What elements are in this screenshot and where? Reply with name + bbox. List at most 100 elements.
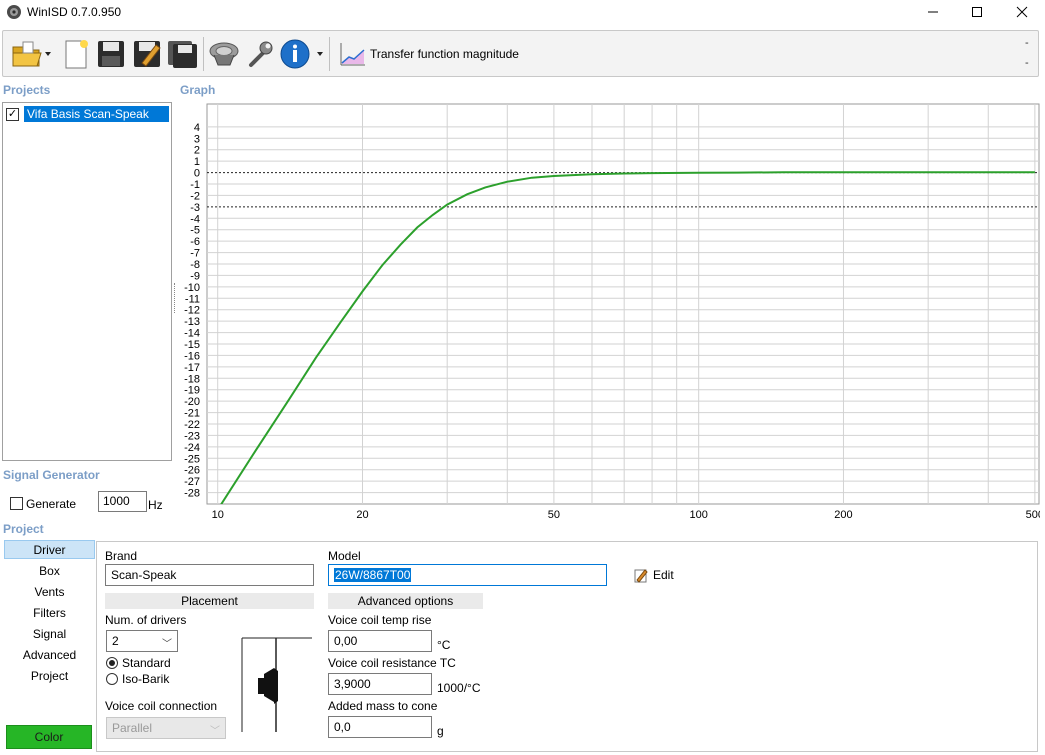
color-button[interactable]: Color [6, 725, 92, 749]
graph-heading: Graph [180, 83, 216, 97]
projects-list: ✓ Vifa Basis Scan-Speak [2, 102, 172, 461]
y-tick-label: -20 [184, 396, 200, 408]
tab-vents[interactable]: Vents [4, 583, 95, 602]
tab-filters[interactable]: Filters [4, 604, 95, 623]
y-tick-label: -4 [190, 213, 200, 225]
y-tick-label: 4 [194, 122, 200, 134]
tab-box[interactable]: Box [4, 562, 95, 581]
title-bar: WinISD 0.7.0.950 [0, 0, 1045, 24]
y-tick-label: -15 [184, 339, 200, 351]
y-tick-label: -26 [184, 465, 200, 477]
vc-connection-select[interactable]: Parallel ﹀ [106, 717, 226, 739]
toolbar: Transfer function magnitude - - [2, 30, 1039, 77]
driver-panel: Brand Scan-Speak Model 26W/8867T00 Edit … [96, 541, 1038, 752]
save-as-button[interactable] [130, 37, 164, 71]
y-tick-label: -16 [184, 350, 200, 362]
y-tick-label: -1 [190, 179, 200, 191]
save-disk-icon [98, 41, 124, 67]
vc-temp-rise-label: Voice coil temp rise [328, 613, 432, 627]
edit-label: Edit [653, 568, 674, 582]
chevron-down-icon: ﹀ [210, 726, 220, 737]
isobarik-label: Iso-Barik [122, 672, 170, 686]
project-list-item[interactable]: ✓ Vifa Basis Scan-Speak [6, 106, 169, 122]
transfer-function-chart: 43210-1-2-3-4-5-6-7-8-9-10-11-12-13-14-1… [184, 103, 1040, 521]
generate-label: Generate [26, 497, 77, 511]
maximize-button[interactable] [954, 0, 1000, 24]
added-mass-label: Added mass to cone [328, 699, 438, 713]
project-tabs: Driver Box Vents Filters Signal Advanced… [2, 540, 95, 752]
x-tick-label: 20 [356, 509, 368, 521]
project-name[interactable]: Vifa Basis Scan-Speak [24, 106, 169, 122]
y-tick-label: -27 [184, 476, 200, 488]
tab-project[interactable]: Project [4, 667, 95, 686]
chart-icon [340, 43, 365, 66]
standard-radio-dot[interactable] [106, 657, 118, 669]
model-label: Model [328, 549, 361, 563]
new-project-button[interactable] [59, 37, 93, 71]
edit-button[interactable]: Edit [633, 567, 674, 583]
y-tick-label: -8 [190, 259, 200, 271]
model-field[interactable]: 26W/8867T00 [328, 564, 607, 586]
y-tick-label: -11 [185, 293, 200, 305]
tab-driver[interactable]: Driver [4, 540, 95, 559]
model-selected-text: 26W/8867T00 [334, 568, 412, 582]
standard-radio[interactable]: Standard [106, 656, 171, 670]
save-edit-icon [134, 41, 161, 67]
pencil-edit-icon [634, 569, 648, 583]
new-document-icon [65, 40, 88, 69]
save-all-icon [168, 41, 197, 68]
vc-connection-value: Parallel [112, 721, 153, 735]
y-tick-label: -17 [184, 362, 200, 374]
vc-resistance-tc-input[interactable]: 3,9000 [328, 673, 432, 695]
minimize-button[interactable] [910, 0, 956, 24]
graph-type-button[interactable] [335, 37, 369, 71]
save-all-button[interactable] [166, 37, 200, 71]
advanced-options-heading: Advanced options [328, 593, 483, 609]
x-tick-label: 100 [690, 509, 708, 521]
wrench-icon [249, 41, 273, 67]
projects-heading: Projects [3, 83, 51, 97]
driver-editor-button[interactable] [207, 37, 241, 71]
tab-advanced[interactable]: Advanced [4, 646, 95, 665]
x-tick-label: 10 [212, 509, 224, 521]
project-checkbox[interactable]: ✓ [6, 107, 19, 121]
y-tick-label: -24 [184, 442, 200, 454]
x-tick-label: 200 [834, 509, 852, 521]
y-tick-label: -7 [190, 248, 200, 260]
y-tick-label: 1 [194, 156, 200, 168]
num-drivers-label: Num. of drivers [105, 613, 187, 627]
vc-temp-rise-input[interactable]: 0,00 [328, 630, 432, 652]
open-folder-button[interactable] [9, 37, 53, 71]
info-button[interactable] [279, 37, 325, 71]
y-tick-label: -21 [184, 408, 200, 420]
tab-signal[interactable]: Signal [4, 625, 95, 644]
chevron-down-icon: ﹀ [162, 639, 172, 650]
frequency-input[interactable]: 1000 [98, 491, 147, 512]
driver-placement-diagram [241, 637, 312, 732]
toolbar-separator [203, 37, 204, 71]
y-tick-label: -12 [184, 305, 200, 317]
added-mass-input[interactable]: 0,0 [328, 716, 432, 738]
y-tick-label: -9 [190, 270, 200, 282]
y-tick-label: 2 [194, 145, 200, 157]
y-tick-label: -22 [184, 419, 200, 431]
brand-field[interactable]: Scan-Speak [105, 564, 314, 586]
placement-heading: Placement [105, 593, 314, 609]
close-button[interactable] [999, 0, 1045, 24]
y-tick-label: -6 [190, 236, 200, 248]
isobarik-radio-dot[interactable] [106, 673, 118, 685]
generate-checkbox[interactable] [10, 497, 23, 510]
save-button[interactable] [94, 37, 128, 71]
options-button[interactable] [243, 37, 277, 71]
added-mass-unit: g [437, 724, 444, 738]
speaker-icon [209, 42, 239, 66]
project-heading: Project [3, 522, 44, 536]
y-tick-label: -2 [190, 190, 200, 202]
y-tick-label: -25 [184, 453, 200, 465]
isobarik-radio[interactable]: Iso-Barik [106, 672, 169, 686]
folder-icon [12, 41, 51, 67]
x-tick-label: 500 [1026, 509, 1040, 521]
y-tick-label: -10 [184, 282, 200, 294]
num-drivers-select[interactable]: 2 ﹀ [106, 630, 178, 652]
y-tick-label: -3 [190, 202, 200, 214]
